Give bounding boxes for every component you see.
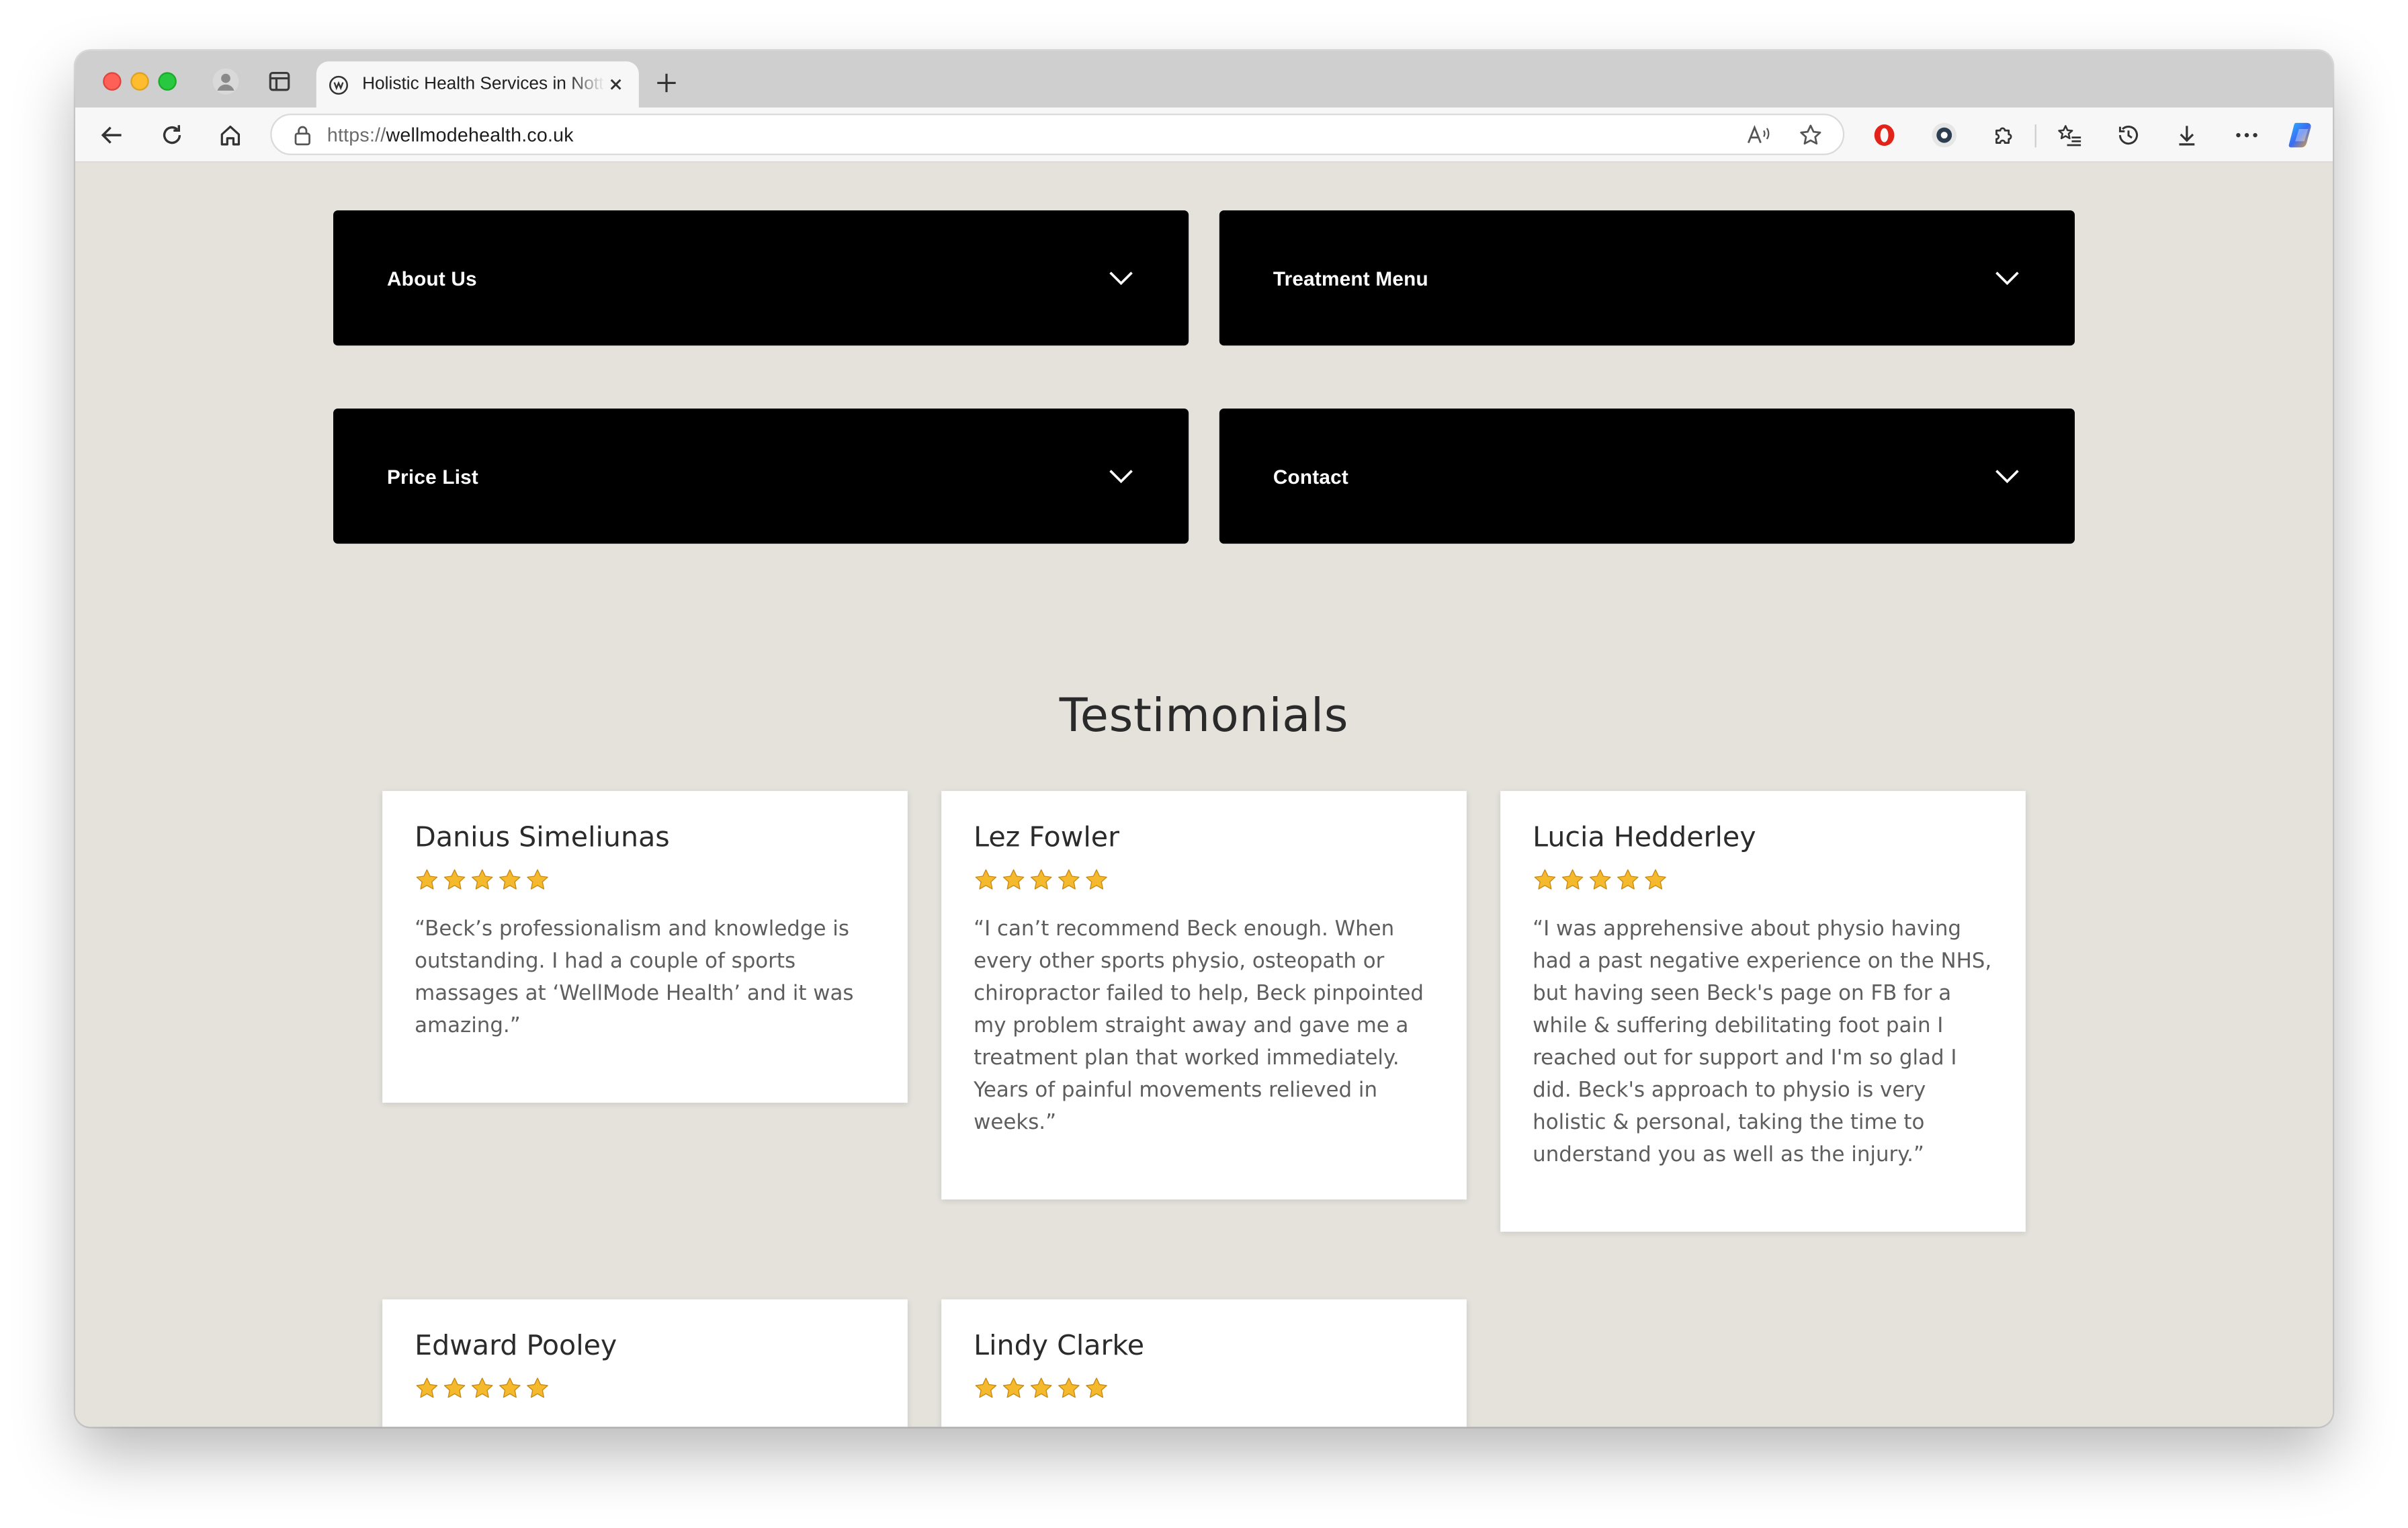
testimonial-text: “I was apprehensive about physio having … bbox=[1533, 917, 1992, 1168]
downloads-icon[interactable] bbox=[2170, 118, 2204, 152]
reviewer-name: Edward Pooley bbox=[415, 1330, 617, 1363]
testimonial-card: Lucia Hedderley “I was apprehensive abou… bbox=[1500, 791, 2026, 1232]
home-icon[interactable] bbox=[214, 118, 247, 152]
chevron-down-icon bbox=[1993, 264, 2021, 292]
star-icon bbox=[443, 869, 466, 890]
reviewer-name: Lindy Clarke bbox=[974, 1330, 1145, 1363]
accordion-about-us[interactable]: About Us bbox=[333, 210, 1189, 346]
opera-extension-icon[interactable] bbox=[1867, 118, 1901, 152]
accordion-label: About Us bbox=[386, 266, 477, 290]
star-rating bbox=[415, 867, 875, 892]
star-icon bbox=[1002, 1377, 1025, 1398]
star-icon bbox=[471, 869, 493, 890]
star-icon bbox=[443, 1377, 466, 1398]
star-rating bbox=[974, 867, 1434, 892]
accordion-price-list[interactable]: Price List bbox=[333, 408, 1189, 544]
star-icon bbox=[527, 1377, 548, 1398]
star-icon bbox=[1058, 869, 1080, 890]
history-icon[interactable] bbox=[2112, 118, 2145, 152]
read-aloud-icon[interactable] bbox=[1743, 120, 1774, 151]
testimonial-card: Lez Fowler “I can’t recommend Beck enoug… bbox=[941, 791, 1467, 1200]
testimonial-text: “I can’t recommend Beck enough. When eve… bbox=[974, 917, 1424, 1136]
testimonial-card: Edward Pooley bbox=[382, 1299, 908, 1427]
tab-actions-icon[interactable] bbox=[264, 66, 295, 97]
testimonials-heading: Testimonials bbox=[1059, 689, 1349, 744]
star-rating bbox=[974, 1376, 1434, 1401]
star-icon bbox=[1030, 1377, 1052, 1398]
star-icon bbox=[1058, 1377, 1080, 1398]
star-rating bbox=[1533, 867, 1993, 892]
new-tab-icon[interactable] bbox=[652, 69, 680, 97]
testimonial-card: Lindy Clarke bbox=[941, 1299, 1467, 1427]
star-icon bbox=[416, 869, 438, 890]
back-icon[interactable] bbox=[95, 118, 129, 152]
star-icon bbox=[471, 1377, 493, 1398]
accordion-label: Price List bbox=[386, 464, 479, 488]
star-icon bbox=[1086, 1377, 1107, 1398]
tab-strip: Holistic Health Services in Nottingham bbox=[75, 50, 2333, 108]
address-bar[interactable]: https://wellmodehealth.co.uk bbox=[270, 114, 1845, 155]
testimonial-card: Danius Simeliunas “Beck’s professionalis… bbox=[382, 791, 908, 1103]
page-content: About Us Treatment Menu Price List Conta… bbox=[75, 163, 2333, 1427]
chevron-down-icon bbox=[1107, 264, 1135, 292]
tab-title: Holistic Health Services in Nottingham bbox=[362, 75, 605, 94]
star-icon bbox=[1589, 869, 1611, 890]
site-favicon-icon bbox=[329, 74, 350, 95]
accordion-contact[interactable]: Contact bbox=[1219, 408, 2075, 544]
accordion-treatment-menu[interactable]: Treatment Menu bbox=[1219, 210, 2075, 346]
active-tab[interactable]: Holistic Health Services in Nottingham bbox=[316, 61, 639, 108]
star-icon bbox=[499, 1377, 521, 1398]
toolbar-divider bbox=[2034, 124, 2036, 148]
browser-toolbar: https://wellmodehealth.co.uk bbox=[75, 107, 2333, 163]
star-icon bbox=[1534, 869, 1556, 890]
star-icon bbox=[1617, 869, 1639, 890]
copilot-icon[interactable] bbox=[2285, 118, 2319, 152]
chevron-down-icon bbox=[1993, 462, 2021, 490]
star-icon bbox=[1645, 869, 1666, 890]
star-icon bbox=[416, 1377, 438, 1398]
extension-circle-icon[interactable] bbox=[1928, 118, 1961, 152]
favorites-icon[interactable] bbox=[2052, 118, 2086, 152]
minimize-window-button[interactable] bbox=[130, 72, 149, 91]
profile-icon[interactable] bbox=[210, 66, 241, 97]
reviewer-name: Lucia Hedderley bbox=[1533, 821, 1756, 854]
extensions-puzzle-icon[interactable] bbox=[1987, 118, 2021, 152]
lock-icon[interactable] bbox=[294, 124, 312, 145]
reload-icon[interactable] bbox=[155, 118, 189, 152]
more-menu-icon[interactable] bbox=[2230, 118, 2264, 152]
zoom-window-button[interactable] bbox=[158, 72, 177, 91]
star-icon bbox=[975, 869, 997, 890]
tab-close-icon[interactable] bbox=[605, 74, 627, 95]
star-icon bbox=[975, 1377, 997, 1398]
reviewer-name: Danius Simeliunas bbox=[415, 821, 670, 854]
star-icon bbox=[1086, 869, 1107, 890]
chevron-down-icon bbox=[1107, 462, 1135, 490]
testimonial-text: “Beck’s professionalism and knowledge is… bbox=[415, 917, 854, 1039]
star-icon bbox=[1030, 869, 1052, 890]
favorite-star-icon[interactable] bbox=[1795, 120, 1826, 151]
url-text: https://wellmodehealth.co.uk bbox=[327, 123, 574, 145]
star-icon bbox=[1002, 869, 1025, 890]
star-rating bbox=[415, 1376, 875, 1401]
reviewer-name: Lez Fowler bbox=[974, 821, 1120, 854]
star-icon bbox=[527, 869, 548, 890]
accordion-label: Contact bbox=[1273, 464, 1349, 488]
browser-window: Holistic Health Services in Nottingham bbox=[75, 50, 2333, 1427]
close-window-button[interactable] bbox=[103, 72, 122, 91]
accordion-label: Treatment Menu bbox=[1273, 266, 1428, 290]
star-icon bbox=[499, 869, 521, 890]
star-icon bbox=[1561, 869, 1584, 890]
